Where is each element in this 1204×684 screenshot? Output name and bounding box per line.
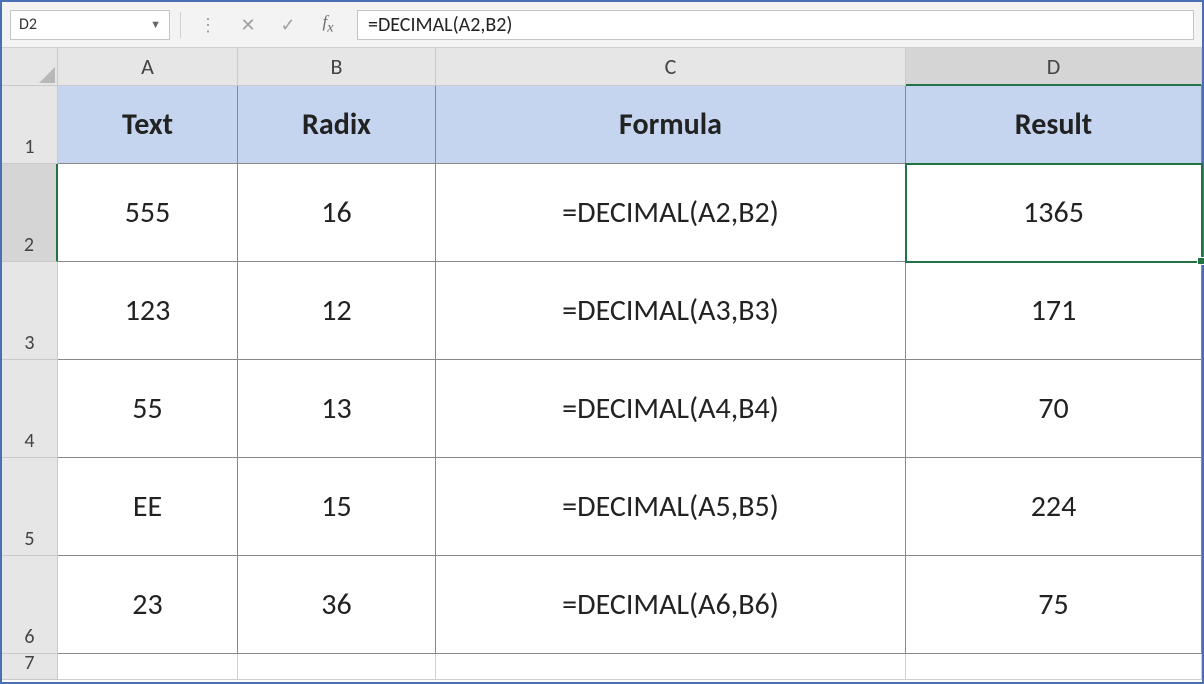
cell-B2[interactable]: 16 [238,164,436,262]
table-header-row: Text Radix Formula Result [58,86,1202,164]
cell-A3[interactable]: 123 [58,262,238,360]
cell-C4[interactable]: =DECIMAL(A4,B4) [436,360,906,458]
name-box-value: D2 [19,15,37,34]
row-header-2[interactable]: 2 [2,164,58,262]
row-header-7[interactable]: 7 [2,654,58,680]
cell-B5[interactable]: 15 [238,458,436,556]
row-header-1[interactable]: 1 [2,86,58,164]
name-box[interactable]: D2 ▼ [10,10,170,40]
table-row: 23 36 =DECIMAL(A6,B6) 75 [58,556,1202,654]
cell-A7[interactable] [58,654,238,680]
cell-B7[interactable] [238,654,436,680]
column-header-C[interactable]: C [436,48,906,86]
cell-A2[interactable]: 555 [58,164,238,262]
cell-C6[interactable]: =DECIMAL(A6,B6) [436,556,906,654]
cell-B6[interactable]: 36 [238,556,436,654]
row-header-6[interactable]: 6 [2,556,58,654]
row-header-5[interactable]: 5 [2,458,58,556]
table-row: 55 13 =DECIMAL(A4,B4) 70 [58,360,1202,458]
cell-C1[interactable]: Formula [436,86,906,164]
row-header-4[interactable]: 4 [2,360,58,458]
cell-D3[interactable]: 171 [906,262,1202,360]
dots-icon[interactable]: ⋮ [191,10,225,40]
fill-handle[interactable] [1197,257,1204,265]
cells-grid: Text Radix Formula Result 555 16 =DECIMA… [58,86,1202,680]
cell-A1[interactable]: Text [58,86,238,164]
cell-B4[interactable]: 13 [238,360,436,458]
cell-D4[interactable]: 70 [906,360,1202,458]
formula-input[interactable]: =DECIMAL(A2,B2) [357,10,1194,40]
cell-D2-value: 1365 [1023,194,1084,231]
enter-icon[interactable]: ✓ [271,10,305,40]
column-header-A[interactable]: A [58,48,238,86]
formula-input-value: =DECIMAL(A2,B2) [368,13,512,37]
select-all-corner[interactable] [2,48,58,86]
column-header-B[interactable]: B [238,48,436,86]
cell-B1[interactable]: Radix [238,86,436,164]
cancel-icon[interactable]: ✕ [231,10,265,40]
table-row [58,654,1202,680]
fx-icon[interactable]: fx [311,10,345,40]
cell-A5[interactable]: EE [58,458,238,556]
cell-D7[interactable] [906,654,1202,680]
cell-D5[interactable]: 224 [906,458,1202,556]
divider [180,12,181,38]
table-row: 555 16 =DECIMAL(A2,B2) 1365 [58,164,1202,262]
table-row: EE 15 =DECIMAL(A5,B5) 224 [58,458,1202,556]
cell-C2[interactable]: =DECIMAL(A2,B2) [436,164,906,262]
formula-bar: D2 ▼ ⋮ ✕ ✓ fx =DECIMAL(A2,B2) [2,2,1202,48]
column-header-D[interactable]: D [906,48,1202,86]
cell-C3[interactable]: =DECIMAL(A3,B3) [436,262,906,360]
cell-D6[interactable]: 75 [906,556,1202,654]
cell-A6[interactable]: 23 [58,556,238,654]
cell-D2[interactable]: 1365 [906,164,1202,262]
cell-D1[interactable]: Result [906,86,1202,164]
column-headers: A B C D [58,48,1202,86]
cell-C5[interactable]: =DECIMAL(A5,B5) [436,458,906,556]
dropdown-icon[interactable]: ▼ [150,18,161,31]
cell-A4[interactable]: 55 [58,360,238,458]
cell-C7[interactable] [436,654,906,680]
row-headers: 1 2 3 4 5 6 7 [2,86,58,680]
cell-B3[interactable]: 12 [238,262,436,360]
row-header-3[interactable]: 3 [2,262,58,360]
table-row: 123 12 =DECIMAL(A3,B3) 171 [58,262,1202,360]
